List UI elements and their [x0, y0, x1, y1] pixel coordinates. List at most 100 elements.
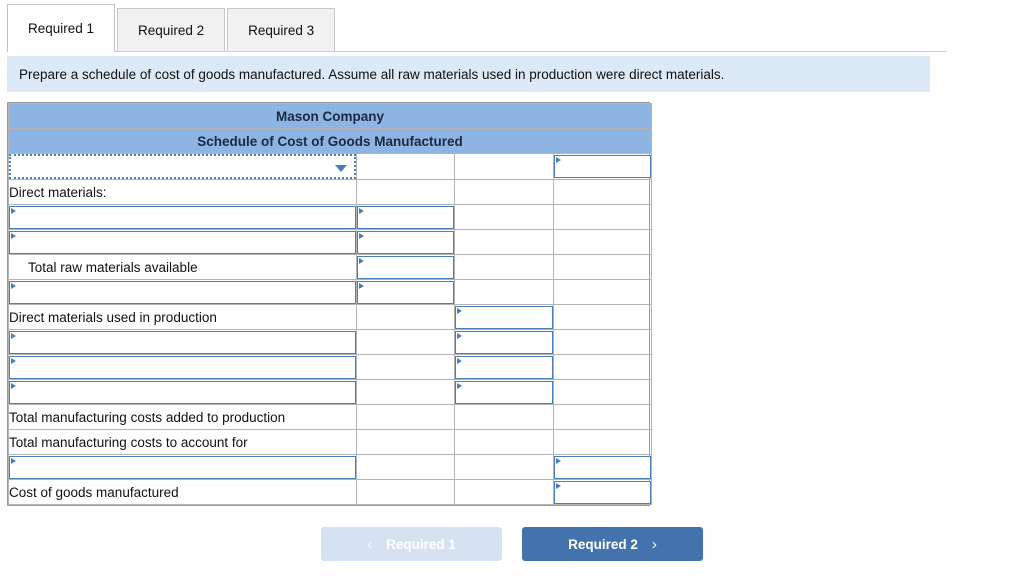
- row-7-label-cell[interactable]: [8, 329, 357, 355]
- row-1-col-c: [552, 179, 653, 205]
- company-title: Mason Company: [7, 103, 653, 129]
- row-8-col-a: [356, 354, 455, 380]
- line-item-input[interactable]: [9, 355, 356, 379]
- row-9-col-a: [356, 379, 455, 405]
- table-row: [8, 153, 653, 180]
- row-2-col-b: [454, 204, 554, 230]
- row-10-col-a: [356, 404, 455, 430]
- next-required-label: Required 2: [568, 536, 638, 552]
- row-0-col-b: [454, 153, 554, 180]
- previous-required-button[interactable]: ‹ Required 1: [321, 527, 502, 561]
- table-header-row-company: Mason Company: [7, 103, 653, 129]
- amount-input[interactable]: [357, 205, 454, 229]
- row-2-label-cell[interactable]: [8, 204, 357, 230]
- amount-input[interactable]: [455, 305, 553, 329]
- row-6-col-a: [356, 304, 455, 330]
- table-row: Total raw materials available: [8, 254, 653, 280]
- table-row: [8, 204, 653, 230]
- tab-baseline: [7, 51, 947, 52]
- tab-bar: Required 1 Required 2 Required 3: [0, 0, 1024, 52]
- row-6-label: Direct materials used in production: [8, 304, 357, 330]
- worksheet-table: Mason Company Schedule of Cost of Goods …: [7, 103, 653, 505]
- table-row: Cost of goods manufactured: [8, 479, 653, 505]
- nav-bar: ‹ Required 1 Required 2 ›: [0, 527, 1024, 561]
- amount-input[interactable]: [455, 330, 553, 354]
- table-row: [8, 354, 653, 380]
- row-13-col-b: [454, 479, 554, 505]
- row-2-col-c: [552, 204, 653, 230]
- amount-input[interactable]: [455, 355, 553, 379]
- row-7-col-b[interactable]: [454, 329, 554, 355]
- table-row: Total manufacturing costs added to produ…: [8, 404, 653, 430]
- amount-input[interactable]: [357, 255, 454, 279]
- row-6-col-b[interactable]: [454, 304, 554, 330]
- row-2-col-a[interactable]: [356, 204, 455, 230]
- amount-input[interactable]: [554, 480, 652, 504]
- row-9-col-c: [552, 379, 653, 405]
- row-13-col-a: [356, 479, 455, 505]
- chevron-left-icon: ‹: [367, 535, 373, 553]
- row-10-label: Total manufacturing costs added to produ…: [8, 404, 357, 430]
- amount-input[interactable]: [554, 155, 652, 178]
- instruction-banner: Prepare a schedule of cost of goods manu…: [7, 56, 930, 92]
- row-0-col-c[interactable]: [552, 153, 653, 180]
- table-row: [8, 379, 653, 405]
- amount-input[interactable]: [455, 380, 553, 404]
- account-dropdown[interactable]: [9, 154, 356, 179]
- row-12-col-a: [356, 454, 455, 480]
- row-1-col-a: [356, 179, 455, 205]
- row-12-col-c[interactable]: [552, 454, 653, 480]
- line-item-input[interactable]: [9, 455, 356, 479]
- row-12-label-cell[interactable]: [8, 454, 357, 480]
- line-item-input[interactable]: [9, 205, 356, 229]
- row-3-col-b: [454, 229, 554, 255]
- amount-input[interactable]: [554, 455, 652, 479]
- tab-required-3[interactable]: Required 3: [227, 8, 336, 52]
- schedule-title: Schedule of Cost of Goods Manufactured: [7, 128, 653, 154]
- row-4-col-a[interactable]: [356, 254, 455, 280]
- row-11-col-a: [356, 429, 455, 455]
- tab-required-1[interactable]: Required 1: [7, 4, 116, 52]
- line-item-input[interactable]: [9, 280, 356, 304]
- amount-input[interactable]: [357, 230, 454, 254]
- row-8-label-cell[interactable]: [8, 354, 357, 380]
- row-3-col-a[interactable]: [356, 229, 455, 255]
- line-item-input[interactable]: [9, 380, 356, 404]
- row-4-col-c: [552, 254, 653, 280]
- row-12-col-b: [454, 454, 554, 480]
- table-row: Total manufacturing costs to account for: [8, 429, 653, 455]
- previous-required-label: Required 1: [386, 536, 456, 552]
- row-3-col-c: [552, 229, 653, 255]
- row-9-col-b[interactable]: [454, 379, 554, 405]
- next-required-button[interactable]: Required 2 ›: [522, 527, 703, 561]
- row-4-label: Total raw materials available: [8, 254, 357, 280]
- row-13-col-c[interactable]: [552, 479, 653, 505]
- row-8-col-c: [552, 354, 653, 380]
- row-10-col-c: [552, 404, 653, 430]
- row-13-label: Cost of goods manufactured: [8, 479, 357, 505]
- row-0-select-cell[interactable]: [8, 153, 357, 180]
- table-row: [8, 329, 653, 355]
- row-5-label-cell[interactable]: [8, 279, 357, 305]
- table-row: [8, 279, 653, 305]
- row-5-col-a[interactable]: [356, 279, 455, 305]
- tab-required-2[interactable]: Required 2: [117, 8, 226, 52]
- amount-input[interactable]: [357, 280, 454, 304]
- row-6-col-c: [552, 304, 653, 330]
- row-3-label-cell[interactable]: [8, 229, 357, 255]
- row-8-col-b[interactable]: [454, 354, 554, 380]
- row-0-col-a: [356, 153, 455, 180]
- chevron-right-icon: ›: [651, 535, 657, 553]
- row-1-label: Direct materials:: [8, 179, 357, 205]
- table-header-row-schedule: Schedule of Cost of Goods Manufactured: [7, 128, 653, 154]
- row-1-col-b: [454, 179, 554, 205]
- table-row: Direct materials:: [8, 179, 653, 205]
- row-7-col-c: [552, 329, 653, 355]
- row-9-label-cell[interactable]: [8, 379, 357, 405]
- line-item-input[interactable]: [9, 230, 356, 254]
- table-row: Direct materials used in production: [8, 304, 653, 330]
- row-11-col-b: [454, 429, 554, 455]
- row-7-col-a: [356, 329, 455, 355]
- line-item-input[interactable]: [9, 330, 356, 354]
- chevron-down-icon: [335, 165, 347, 172]
